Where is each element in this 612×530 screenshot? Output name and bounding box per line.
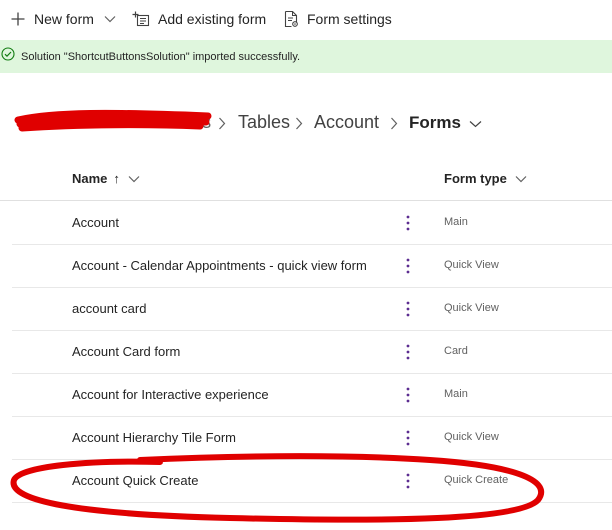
more-vertical-icon[interactable] bbox=[402, 428, 414, 448]
chevron-down-icon bbox=[469, 113, 482, 133]
chevron-down-icon[interactable] bbox=[128, 171, 140, 186]
form-type-value: Quick Create bbox=[444, 474, 509, 486]
more-vertical-icon[interactable] bbox=[402, 213, 414, 233]
new-form-button[interactable]: New form bbox=[10, 8, 116, 30]
table-row[interactable]: Account Quick Create Quick Create bbox=[12, 459, 612, 503]
form-type-value: Quick View bbox=[444, 302, 499, 314]
success-notification: Solution "ShortcutButtonsSolution" impor… bbox=[0, 40, 612, 73]
command-bar: New form Add existing form Form settings bbox=[0, 0, 612, 38]
add-existing-form-button[interactable]: Add existing form bbox=[132, 8, 266, 30]
form-name-link[interactable]: account card bbox=[72, 301, 382, 316]
more-vertical-icon[interactable] bbox=[402, 385, 414, 405]
column-header-name[interactable]: Name ↑ bbox=[72, 171, 140, 186]
breadcrumb-chevron-right-icon bbox=[218, 117, 226, 135]
form-name-link[interactable]: Account - Calendar Appointments - quick … bbox=[72, 258, 382, 273]
table-row[interactable]: Account Card form Card bbox=[12, 330, 612, 374]
form-type-value: Main bbox=[444, 388, 468, 400]
breadcrumb-item-tables[interactable]: Tables bbox=[238, 112, 290, 133]
chevron-down-icon[interactable] bbox=[515, 171, 527, 186]
form-type-value: Quick View bbox=[444, 431, 499, 443]
more-vertical-icon[interactable] bbox=[402, 342, 414, 362]
table-row[interactable]: account card Quick View bbox=[12, 287, 612, 331]
redaction-scribble bbox=[14, 109, 212, 132]
more-vertical-icon[interactable] bbox=[402, 256, 414, 276]
add-existing-form-label: Add existing form bbox=[158, 11, 267, 27]
table-row[interactable]: Account for Interactive experience Main bbox=[12, 373, 612, 417]
form-name-link[interactable]: Account Quick Create bbox=[72, 473, 382, 488]
new-form-chevron-down-icon[interactable] bbox=[104, 15, 116, 23]
column-header-form-type[interactable]: Form type bbox=[444, 171, 527, 186]
checkmark-circle-icon bbox=[1, 47, 15, 66]
form-settings-icon bbox=[283, 10, 299, 28]
form-type-value: Quick View bbox=[444, 259, 499, 271]
breadcrumb-item-account[interactable]: Account bbox=[314, 112, 379, 133]
more-vertical-icon[interactable] bbox=[402, 299, 414, 319]
breadcrumb-chevron-right-icon bbox=[295, 117, 303, 135]
plus-icon bbox=[10, 11, 26, 27]
table-header: Name ↑ Form type bbox=[0, 158, 612, 201]
form-settings-button[interactable]: Form settings bbox=[283, 8, 392, 30]
column-header-name-label: Name bbox=[72, 171, 108, 186]
form-type-value: Main bbox=[444, 216, 468, 228]
form-name-link[interactable]: Account for Interactive experience bbox=[72, 387, 382, 402]
form-settings-label: Form settings bbox=[307, 11, 392, 27]
more-vertical-icon[interactable] bbox=[402, 471, 414, 491]
column-header-form-type-label: Form type bbox=[444, 171, 507, 186]
table-row[interactable]: Account Hierarchy Tile Form Quick View bbox=[12, 416, 612, 460]
breadcrumb-current-forms[interactable]: Forms bbox=[409, 113, 482, 133]
table-row[interactable]: Account Main bbox=[12, 201, 612, 245]
table-row[interactable]: Account - Calendar Appointments - quick … bbox=[12, 244, 612, 288]
breadcrumb-chevron-right-icon bbox=[390, 117, 398, 135]
form-name-link[interactable]: Account Card form bbox=[72, 344, 382, 359]
form-name-link[interactable]: Account bbox=[72, 215, 382, 230]
new-form-label: New form bbox=[34, 11, 94, 27]
breadcrumb-current-label: Forms bbox=[409, 113, 461, 132]
form-name-link[interactable]: Account Hierarchy Tile Form bbox=[72, 430, 382, 445]
sort-ascending-icon: ↑ bbox=[113, 171, 120, 186]
form-type-value: Card bbox=[444, 345, 468, 357]
breadcrumb: Environment solutions Tables Account For… bbox=[0, 108, 612, 140]
notification-message: Solution "ShortcutButtonsSolution" impor… bbox=[21, 50, 301, 63]
add-existing-form-icon bbox=[132, 11, 150, 27]
